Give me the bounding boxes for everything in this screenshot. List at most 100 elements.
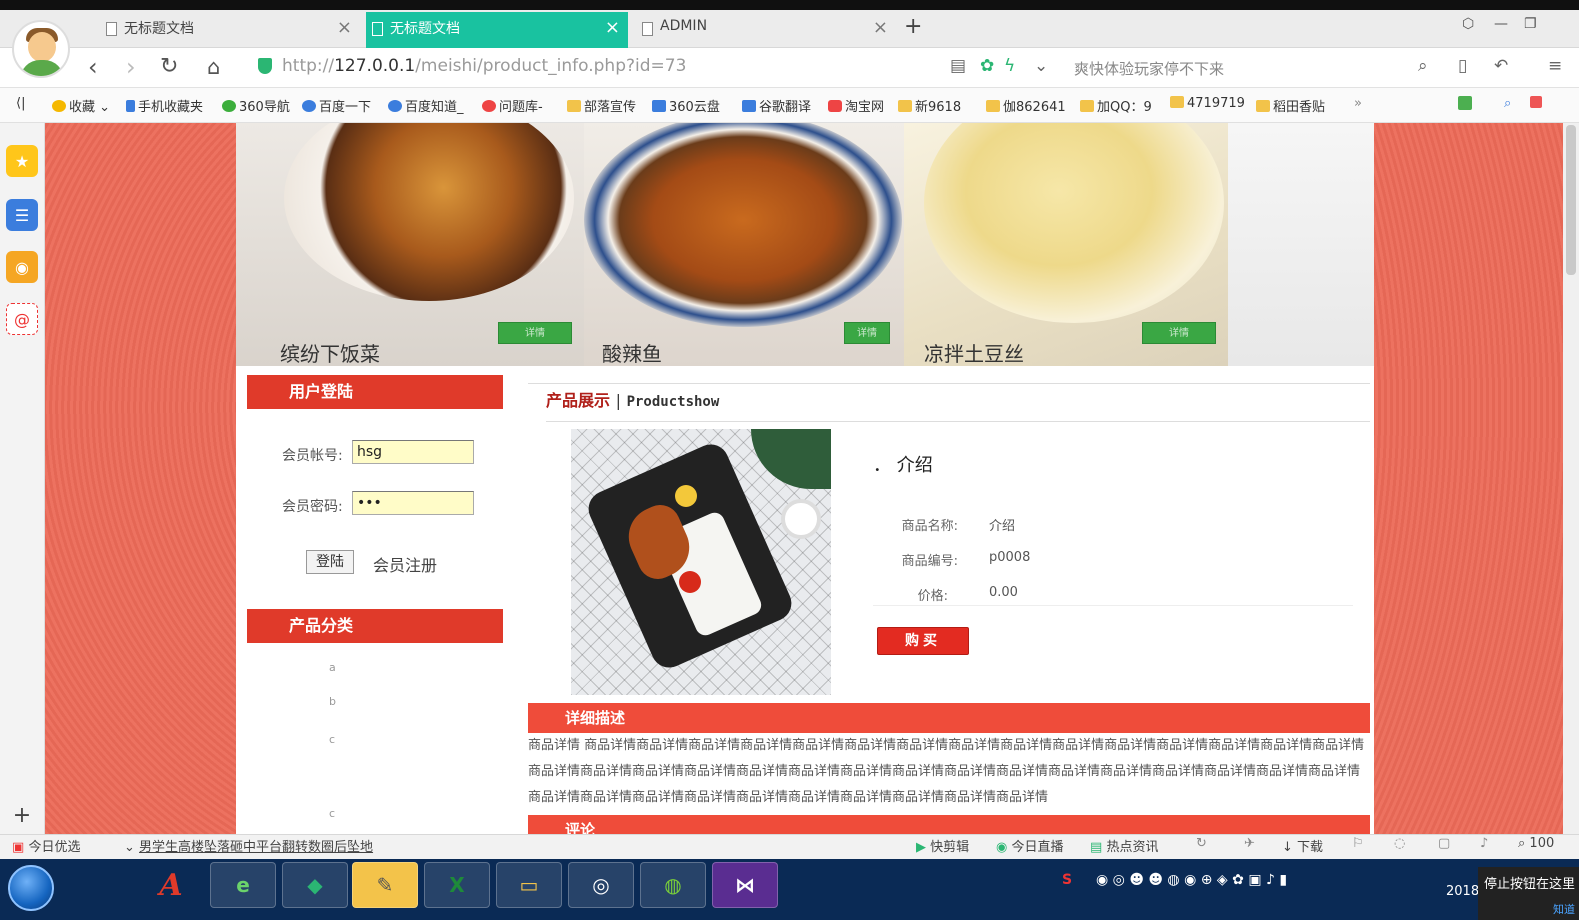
news-icon: ▤ (1090, 840, 1103, 855)
banner-detail-button-2[interactable]: 详情 (844, 322, 890, 344)
bookmark-1[interactable]: 手机收藏夹 (126, 96, 203, 115)
bookmark-label: 部落宣传 (584, 100, 637, 115)
quick-edit[interactable]: ▶ 快剪辑 (916, 836, 969, 855)
bookmark-0[interactable]: 收藏 ⌄ (52, 96, 110, 115)
tray-icons[interactable]: ◉ ◎ ☻ ☻ ◍ ◉ ⊕ ◈ ✿ ▣ ♪ ▮ (1096, 872, 1287, 888)
window-icon[interactable]: ▢ (1438, 836, 1450, 851)
favorites-star-icon[interactable]: ★ (6, 145, 38, 177)
bookmark-9[interactable]: 淘宝网 (828, 96, 884, 115)
reader-mode-icon[interactable]: ▤ (950, 56, 966, 76)
bookmark-11[interactable]: 伽862641 (986, 96, 1066, 115)
bookmark-4[interactable]: 百度知道_ (388, 96, 464, 115)
detail-section-title: 详细描述 (528, 703, 1370, 733)
undo-icon[interactable]: ↶ (1494, 56, 1508, 76)
tab-2[interactable]: 无标题文档 × (366, 12, 628, 48)
clock[interactable]: 2018 (1446, 884, 1479, 899)
bookmark-10[interactable]: 新9618 (898, 96, 961, 115)
register-link[interactable]: 会员注册 (373, 552, 437, 576)
chevron-down-icon[interactable]: ⌄ (1034, 56, 1048, 76)
password-input[interactable]: ••• (352, 491, 474, 515)
bookmark-label: 问题库- (499, 100, 543, 115)
back-icon[interactable]: ‹ (88, 54, 98, 80)
bookmark-13[interactable]: 4719719 (1170, 96, 1245, 111)
login-button[interactable]: 登陆 (306, 550, 354, 574)
green-app-icon[interactable]: ◍ (640, 862, 706, 908)
tab-3[interactable]: ADMIN × (636, 12, 896, 48)
pin-icon[interactable]: ✈ (1244, 836, 1255, 851)
category-item[interactable]: b (329, 695, 336, 708)
wechat-icon[interactable]: ◎ (568, 862, 634, 908)
reload-icon[interactable]: ↻ (160, 54, 178, 80)
category-item[interactable]: c (329, 733, 335, 746)
add-sidebar-icon[interactable]: + (6, 799, 38, 831)
shirt-icon[interactable]: ⬡ (1462, 16, 1474, 32)
apps-icon[interactable] (1458, 96, 1475, 113)
hot-news[interactable]: ▤ 热点资讯 (1090, 836, 1158, 855)
adobe-reader-icon[interactable]: A (140, 862, 202, 908)
flag-icon[interactable]: ⚐ (1352, 836, 1364, 851)
url-input[interactable]: http://127.0.0.1/meishi/product_info.php… (282, 56, 686, 76)
editor-app-icon[interactable]: ✎ (352, 862, 418, 908)
category-item[interactable]: a (329, 661, 336, 674)
close-tab-icon[interactable]: × (337, 17, 352, 38)
product-content: 产品展示 | Productshow ． 介绍 商品名称: 介绍 商品编号: p… (528, 375, 1370, 834)
bookmark-12[interactable]: 加QQ：9 (1080, 96, 1152, 115)
lightning-icon[interactable]: ϟ (1004, 56, 1015, 76)
scrollbar-thumb[interactable] (1566, 125, 1576, 275)
security-app-icon[interactable]: ◆ (282, 862, 348, 908)
sogou-ime-icon[interactable]: S (1062, 872, 1072, 888)
news-ticker[interactable]: ⌄ 男学生高楼坠落砸中平台翻转数圈后坠地 (124, 836, 373, 855)
close-tab-icon[interactable]: × (605, 17, 620, 38)
tooltip-popup: 停止按钮在这里 知道 (1478, 867, 1579, 920)
clean-icon[interactable]: ◌ (1394, 836, 1405, 851)
bookmark-5[interactable]: 问题库- (482, 96, 543, 115)
buy-button[interactable]: 购买 (877, 627, 969, 655)
sidebar-toggle-icon[interactable]: ⟨| (16, 96, 25, 111)
bookmark-6[interactable]: 部落宣传 (567, 96, 636, 115)
refresh-status-icon[interactable]: ↻ (1196, 836, 1207, 851)
bookmark-3[interactable]: 百度一下 (302, 96, 371, 115)
reading-list-icon[interactable]: ☰ (6, 199, 38, 231)
zoom-level[interactable]: ⌕ 100 (1518, 836, 1554, 851)
bookmark-7[interactable]: 360云盘 (652, 96, 720, 115)
excel-icon[interactable]: X (424, 862, 490, 908)
bookmark-8[interactable]: 谷歌翻译 (742, 96, 811, 115)
zoom-tool-icon[interactable]: ⌕ (1504, 96, 1511, 111)
tab-1[interactable]: 无标题文档 × (100, 12, 360, 48)
top-divider (528, 383, 1370, 384)
bookmark-14[interactable]: 稻田香贴 (1256, 96, 1325, 115)
live-today[interactable]: ◉ 今日直播 (996, 836, 1064, 855)
search-icon[interactable]: ⌕ (1418, 56, 1428, 76)
visual-studio-icon[interactable]: ⋈ (712, 862, 778, 908)
file-explorer-icon[interactable]: ▭ (496, 862, 562, 908)
menu-icon[interactable]: ≡ (1548, 56, 1562, 76)
forward-icon[interactable]: › (126, 54, 136, 80)
search-input[interactable]: 爽快体验玩家停不下来 (1074, 58, 1224, 79)
restore-icon[interactable]: ❐ (1524, 16, 1537, 32)
category-panel: 产品分类 a b c c (247, 609, 503, 834)
account-input[interactable]: hsg (352, 440, 474, 464)
bookmark-device-icon[interactable]: ▯ (1458, 56, 1467, 76)
mail-at-icon[interactable]: @ (6, 303, 38, 335)
sound-icon[interactable]: ♪ (1480, 836, 1488, 851)
weibo-icon[interactable]: ◉ (6, 251, 38, 283)
user-avatar[interactable] (12, 20, 70, 78)
download[interactable]: ↓ 下载 (1282, 836, 1323, 855)
banner-detail-button-3[interactable]: 详情 (1142, 322, 1216, 344)
today-picks[interactable]: ▣ 今日优选 (12, 836, 80, 855)
new-tab-button[interactable]: + (904, 14, 922, 39)
more-bookmarks-icon[interactable]: » (1354, 96, 1362, 111)
category-item[interactable]: c (329, 807, 335, 820)
home-icon[interactable]: ⌂ (207, 54, 220, 80)
360-browser-icon[interactable]: e (210, 862, 276, 908)
banner-detail-button-1[interactable]: 详情 (498, 322, 572, 344)
close-tab-icon[interactable]: × (873, 17, 888, 38)
bookmark-2[interactable]: 360导航 (222, 96, 290, 115)
start-button[interactable] (8, 865, 54, 911)
popup-ok-link[interactable]: 知道 (1553, 902, 1575, 918)
screenshot-icon[interactable] (1530, 96, 1545, 111)
minimize-icon[interactable]: — (1494, 16, 1508, 32)
sauce-cup (781, 499, 821, 539)
extension-icon[interactable]: ✿ (980, 56, 994, 76)
vertical-scrollbar[interactable] (1563, 123, 1579, 834)
